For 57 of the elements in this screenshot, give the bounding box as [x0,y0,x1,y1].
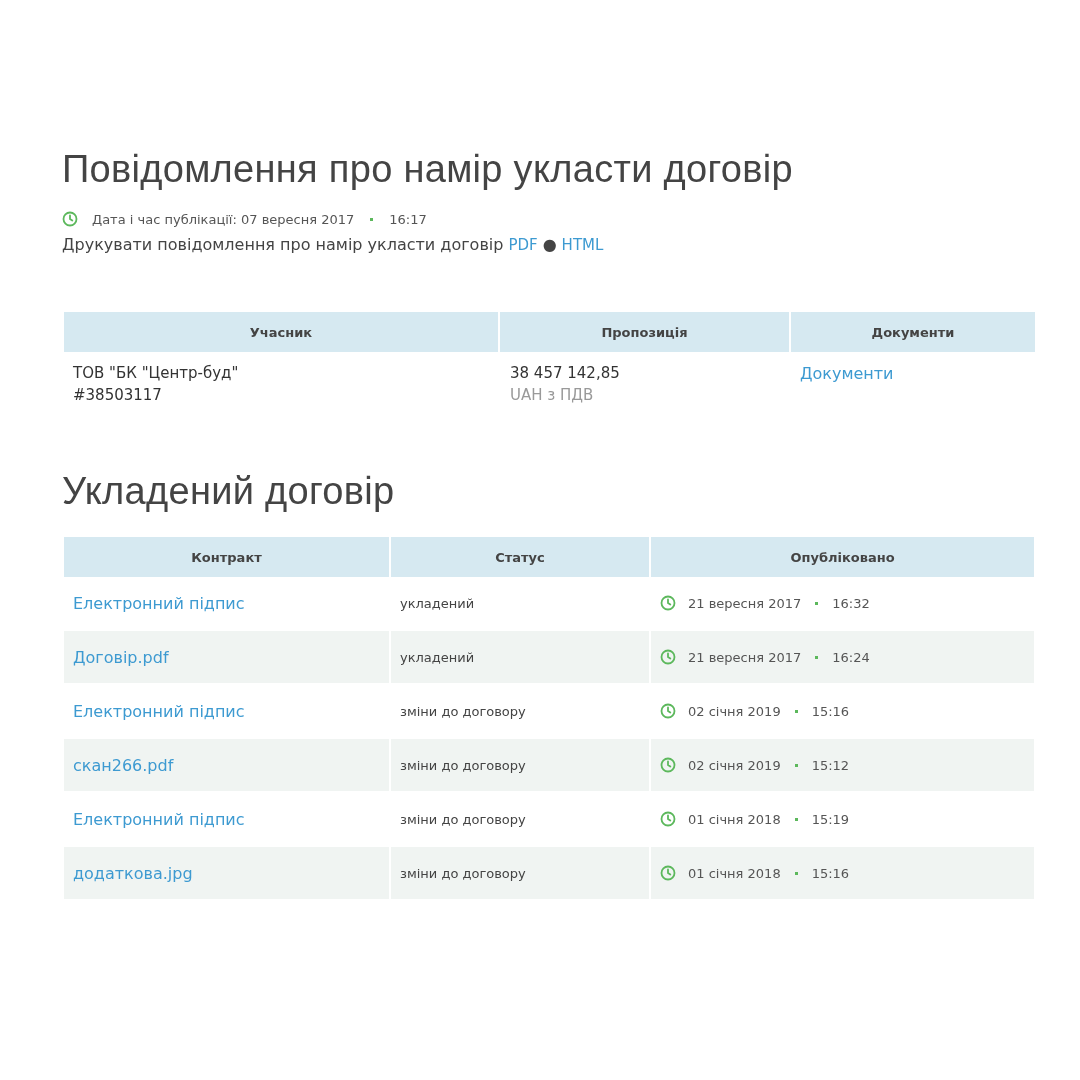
clock-icon [660,811,676,827]
published-date: 01 січня 2018 [688,865,781,881]
clock-icon [62,211,78,227]
file-link[interactable]: додаткова.jpg [73,863,380,883]
status-text: зміни до договору [400,811,527,827]
documents-link[interactable]: Документи [800,364,1026,383]
section-title: Укладений договір [62,470,396,513]
publication-time: 16:17 [389,211,427,227]
bullet-icon [815,655,819,659]
clock-icon [660,703,676,719]
participant-code: #38503117 [73,386,162,404]
published-date: 01 січня 2018 [688,811,781,827]
published-time: 15:16 [811,865,850,881]
bullet-icon [794,763,798,767]
column-header: Учасник [64,312,498,352]
column-header: Опубліковано [651,537,1034,577]
publication-date: Дата і час публікації: 07 вересня 2017 [92,211,355,227]
status-text: зміни до договору [400,703,527,719]
file-link[interactable]: Електронний підпис [73,701,380,721]
file-link[interactable]: Електронний підпис [73,593,380,613]
clock-icon [660,865,676,881]
column-header: Статус [391,537,649,577]
published-time: 15:12 [811,757,850,773]
published-time: 15:19 [811,811,850,827]
print-label: Друкувати повідомлення про намір укласти договір [62,235,504,254]
published-date: 21 вересня 2017 [688,649,802,665]
bullet-icon [794,817,798,821]
status-text: укладений [400,649,476,665]
clock-icon [660,649,676,665]
file-link[interactable]: Електронний підпис [73,809,380,829]
status-text: укладений [400,595,476,611]
file-link[interactable]: скан266.pdf [73,755,380,775]
published-date: 21 вересня 2017 [688,595,802,611]
published-date: 02 січня 2019 [688,703,781,719]
bullet-icon [794,871,798,875]
clock-icon [660,757,676,773]
file-link[interactable]: Договір.pdf [73,647,380,667]
participant-name: ТОВ "БК "Центр-буд" [73,364,239,382]
bullet-icon [370,217,374,221]
offer-currency: UAH з ПДВ [510,386,595,404]
separator: ● [542,235,557,254]
published-date: 02 січня 2019 [688,757,781,773]
bullet-icon [815,601,819,605]
published-time: 16:24 [832,649,870,665]
offer-amount: 38 457 142,85 [510,364,621,382]
published-time: 16:32 [832,595,870,611]
status-text: зміни до договору [400,865,527,881]
published-time: 15:16 [811,703,850,719]
column-header: Документи [791,312,1035,352]
print-link[interactable]: HTML [561,236,604,254]
column-header: Пропозиція [500,312,789,352]
column-header: Контракт [64,537,389,577]
bullet-icon [794,709,798,713]
status-text: зміни до договору [400,757,527,773]
page-title: Повідомлення про намір укласти договір [62,148,794,191]
print-link[interactable]: PDF [508,236,538,254]
clock-icon [660,595,676,611]
